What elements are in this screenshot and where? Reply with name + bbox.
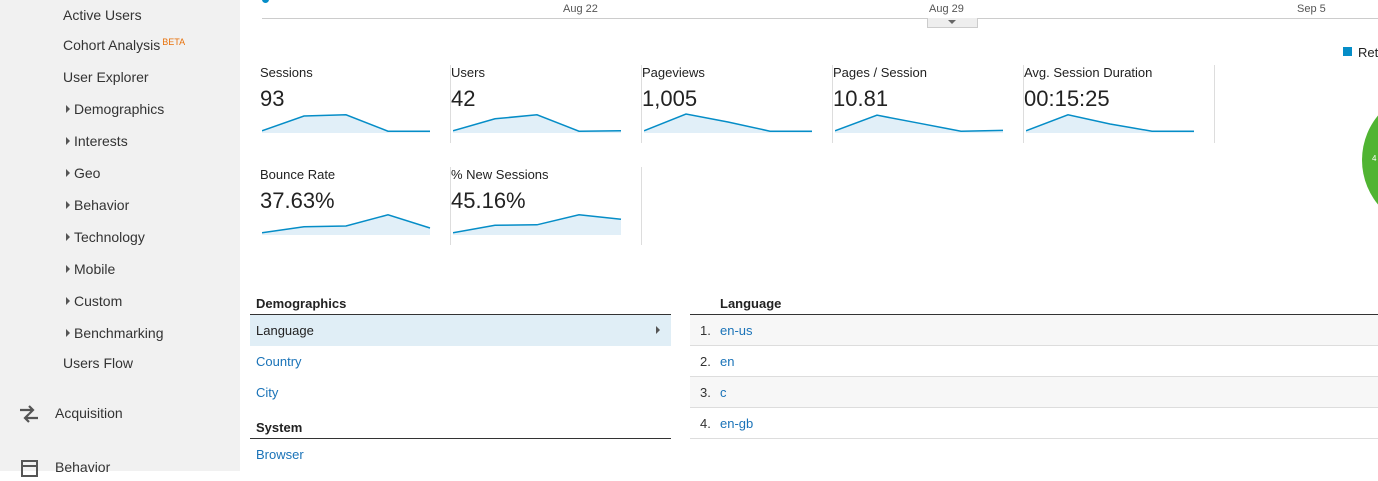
sidebar-group-behavior[interactable]: Behavior [74,197,129,213]
metric-label: Users [451,65,485,80]
beta-badge: BETA [162,37,186,47]
sparkline [835,114,1004,133]
chevron-right-icon [656,326,660,334]
sparkline-area [262,114,430,133]
sidebar: Active Users Cohort Analysis BETA User Ex… [0,0,240,477]
caret-right-icon [66,105,70,113]
row-label: Language [256,323,314,338]
row-number: 1. [700,323,711,338]
sidebar-group-geo[interactable]: Geo [74,165,100,181]
caret-right-icon [66,201,70,209]
metric-value: 1,005 [642,86,698,111]
metric-new-sessions[interactable]: % New Sessions 45.16% [451,167,642,245]
sidebar-group-technology[interactable]: Technology [74,229,145,245]
metric-label: Bounce Rate [260,167,336,182]
sidebar-item-cohort-analysis[interactable]: Cohort Analysis BETA [63,37,185,53]
acquisition-icon [20,405,38,423]
legend-swatch [1343,47,1352,56]
sparkline [262,214,431,235]
sidebar-group-benchmarking[interactable]: Benchmarking [74,325,164,341]
row-number: 4. [700,416,711,431]
sidebar-group-demographics[interactable]: Demographics [74,101,164,117]
table-row: 2. en [690,346,1378,377]
axis-tick-label: Aug 22 [563,3,598,15]
metric-users[interactable]: Users 42 [451,65,642,143]
sidebar-item-users-flow[interactable]: Users Flow [63,355,133,371]
row-label: City [256,385,279,400]
language-link[interactable]: en [720,354,734,369]
table-row: 1. en-us [690,315,1378,346]
row-label: Browser [256,447,304,462]
metric-value: 37.63% [260,188,335,213]
metric-pageviews[interactable]: Pageviews 1,005 [642,65,833,143]
metric-label: Sessions [260,65,313,80]
sidebar-group-custom[interactable]: Custom [74,293,122,309]
sidebar-group-mobile[interactable]: Mobile [74,261,115,277]
row-number: 2. [700,354,711,369]
sidebar-item-label: Cohort Analysis [63,37,161,53]
metric-label: Pageviews [642,65,705,80]
sidebar-group-interests[interactable]: Interests [74,133,128,149]
demographics-row-city[interactable]: City [250,377,671,408]
metric-sessions[interactable]: Sessions 93 [260,65,451,143]
axis-tick-label: Aug 29 [929,3,964,15]
caret-right-icon [66,329,70,337]
language-link[interactable]: c [720,385,727,400]
sparkline [453,114,622,133]
system-row-browser[interactable]: Browser [250,439,671,470]
metric-value: 00:15:25 [1024,86,1110,111]
legend-label: Ret [1358,45,1378,60]
row-number: 3. [700,385,711,400]
sidebar-section-acquisition[interactable]: Acquisition [55,405,123,421]
metric-bounce-rate[interactable]: Bounce Rate 37.63% [260,167,451,245]
demographics-title: Demographics [256,296,347,311]
metric-label: Avg. Session Duration [1024,65,1153,80]
sparkline [1026,114,1194,133]
caret-right-icon [66,233,70,241]
sidebar-item-active-users[interactable]: Active Users [63,7,142,23]
behavior-icon [21,460,38,477]
caret-right-icon [66,297,70,305]
system-title: System [256,420,303,435]
metric-label: Pages / Session [833,65,927,80]
axis-tick-label: Sep 5 [1297,3,1326,15]
sparkline [453,214,622,235]
chevron-down-icon [948,20,956,24]
timeline-point [262,0,269,3]
pie-label: 4 [1372,154,1377,163]
caret-right-icon [66,265,70,273]
language-table-title: Language [720,296,782,311]
metric-pages-per-session[interactable]: Pages / Session 10.81 [833,65,1024,143]
metric-avg-session-duration[interactable]: Avg. Session Duration 00:15:25 [1024,65,1215,143]
metric-value: 45.16% [451,188,526,213]
table-row: 4. en-gb [690,408,1378,439]
metric-label: % New Sessions [451,167,549,182]
sparkline-area [644,114,812,133]
metric-value: 42 [451,86,476,111]
metric-value: 10.81 [833,86,889,111]
sidebar-section-behavior[interactable]: Behavior [55,459,110,475]
sparkline [644,113,812,133]
sidebar-item-user-explorer[interactable]: User Explorer [63,69,149,85]
language-link[interactable]: en-us [720,323,753,338]
sparkline [262,114,430,133]
language-link[interactable]: en-gb [720,416,753,431]
timeline-resize-handle[interactable] [927,18,978,28]
timeline-axis [262,18,1378,19]
metric-value: 93 [260,86,285,111]
demographics-row-country[interactable]: Country [250,346,671,377]
table-row: 3. c [690,377,1378,408]
demographics-row-language[interactable]: Language [250,315,671,346]
sparkline-area [262,214,430,235]
caret-right-icon [66,169,70,177]
row-label: Country [256,354,302,369]
caret-right-icon [66,137,70,145]
